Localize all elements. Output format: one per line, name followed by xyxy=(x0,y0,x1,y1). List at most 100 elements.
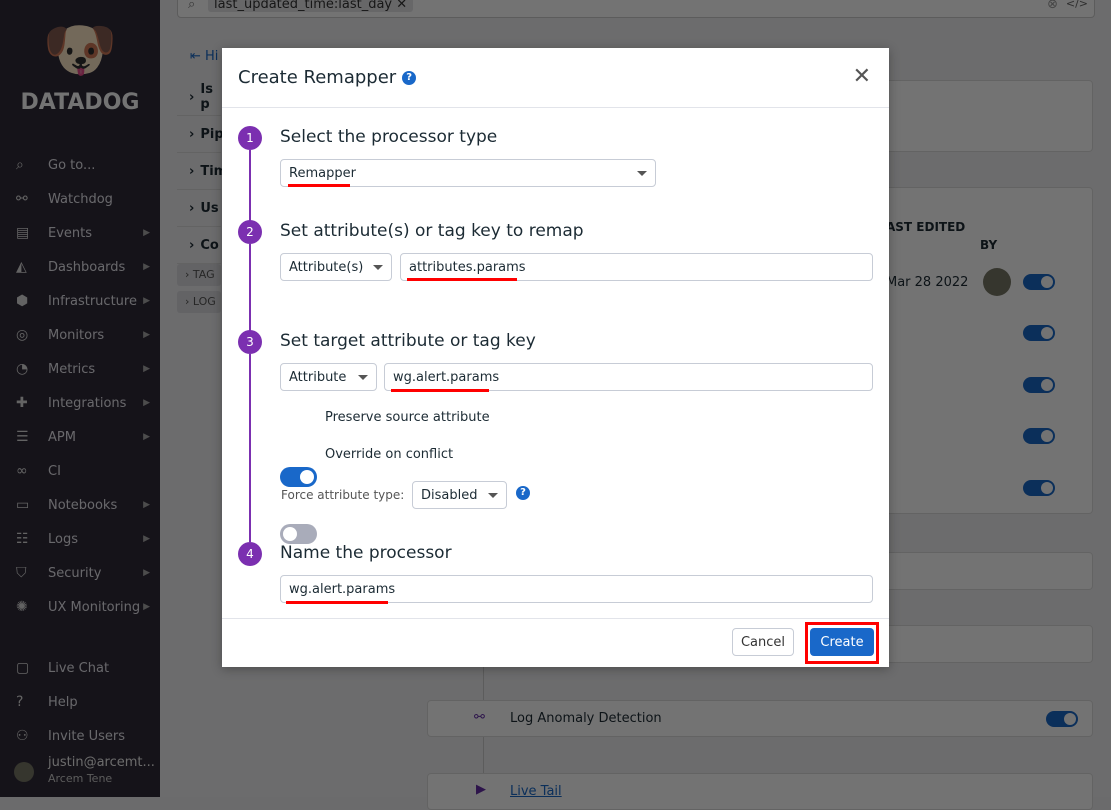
sidebar-item-invite-users[interactable]: ⚇ Invite Users xyxy=(16,724,156,748)
filter-chip[interactable]: › LOG xyxy=(177,291,221,313)
sidebar-item-events[interactable]: ▤ Events ▶ xyxy=(16,221,156,245)
accordion-row[interactable]: › Pip xyxy=(177,116,224,153)
dog-icon: 🐶 xyxy=(42,15,118,85)
sidebar-item-apm[interactable]: ☰ APM ▶ xyxy=(16,425,156,449)
chevron-right-icon: ▶ xyxy=(143,330,150,340)
sidebar-item-go-to[interactable]: ⌕ Go to... xyxy=(16,153,156,177)
step-2-badge: 2 xyxy=(238,220,262,244)
cancel-button[interactable]: Cancel xyxy=(732,628,794,656)
binoculars-icon: ⚯ xyxy=(16,191,28,207)
close-icon[interactable]: ✕ xyxy=(853,64,871,89)
monitors-icon: ◎ xyxy=(16,327,29,343)
create-remapper-modal: Create Remapper? ✕ 1 Select the processo… xyxy=(222,48,889,667)
sidebar-item-infrastructure[interactable]: ⬢ Infrastructure ▶ xyxy=(16,289,156,313)
processor-type-select[interactable]: Remapper xyxy=(280,159,656,187)
search-query-chip[interactable]: last_updated_time:last_day ✕ xyxy=(208,0,414,12)
step-4-badge: 4 xyxy=(238,542,262,566)
chevron-right-icon: ▶ xyxy=(143,228,150,238)
log-anomaly-card[interactable]: ⚯ Log Anomaly Detection xyxy=(427,700,1093,737)
create-button[interactable]: Create xyxy=(810,628,874,656)
pipeline-toggle[interactable] xyxy=(1023,325,1055,341)
chat-icon: ▢ xyxy=(16,660,30,676)
chevron-right-icon: ▶ xyxy=(143,364,150,374)
modal-title: Create Remapper xyxy=(238,67,397,88)
chevron-right-icon: ▶ xyxy=(143,398,150,408)
highlight-underline xyxy=(407,278,517,281)
pipeline-toggle[interactable] xyxy=(1023,480,1055,496)
users-icon: ⚇ xyxy=(16,728,29,744)
editor-avatar xyxy=(983,268,1011,296)
preserve-source-label: Preserve source attribute xyxy=(325,410,490,425)
avatar[interactable] xyxy=(14,762,34,782)
anomaly-toggle[interactable] xyxy=(1046,711,1078,727)
chevron-right-icon: ▶ xyxy=(143,602,150,612)
apm-icon: ☰ xyxy=(16,429,29,445)
preserve-source-toggle[interactable] xyxy=(280,467,317,487)
accordion-row[interactable]: › Co xyxy=(177,227,221,264)
sidebar-item-logs[interactable]: ☷ Logs ▶ xyxy=(16,527,156,551)
help-icon[interactable]: ? xyxy=(402,70,417,85)
sidebar-item-help[interactable]: ? Help xyxy=(16,690,156,714)
filter-chip[interactable]: › TAG xyxy=(177,264,221,286)
search-icon: ⌕ xyxy=(188,0,196,12)
chevron-down-icon xyxy=(488,493,498,498)
ci-icon: ∞ xyxy=(16,463,28,479)
highlight-underline xyxy=(288,184,350,187)
sidebar-item-integrations[interactable]: ✚ Integrations ▶ xyxy=(16,391,156,415)
live-tail-card[interactable]: ▶ Live Tail xyxy=(427,773,1093,810)
chevron-right-icon: ▶ xyxy=(143,500,150,510)
step-3-badge: 3 xyxy=(238,330,262,354)
help-icon[interactable]: ? xyxy=(516,486,530,500)
force-type-select[interactable]: Disabled xyxy=(412,481,507,509)
override-conflict-label: Override on conflict xyxy=(325,447,454,462)
play-icon: ▶ xyxy=(476,782,486,797)
sidebar-item-ux-monitoring[interactable]: ✺ UX Monitoring ▶ xyxy=(16,595,156,619)
source-attribute-input[interactable]: attributes.params xyxy=(400,253,873,281)
pipeline-toggle[interactable] xyxy=(1023,274,1055,290)
sidebar-item-live-chat[interactable]: ▢ Live Chat xyxy=(16,656,156,680)
chevron-right-icon: › xyxy=(189,126,195,142)
pipeline-toggle[interactable] xyxy=(1023,377,1055,393)
step-1-badge: 1 xyxy=(238,126,262,150)
accordion-row[interactable]: › Is p xyxy=(177,79,221,116)
accordion-row[interactable]: › Us xyxy=(177,190,221,227)
override-conflict-toggle[interactable] xyxy=(280,524,317,544)
sidebar-item-ci[interactable]: ∞ CI xyxy=(16,459,156,483)
processor-name-input[interactable]: wg.alert.params xyxy=(280,575,873,603)
clear-icon[interactable]: ⊗ xyxy=(1047,0,1058,12)
search-icon: ⌕ xyxy=(16,157,24,173)
accordion-row[interactable]: › Tim xyxy=(177,153,227,190)
metrics-icon: ◔ xyxy=(16,361,29,377)
step-1-title: Select the processor type xyxy=(280,127,498,147)
shield-icon: ⛉ xyxy=(16,565,27,581)
code-icon[interactable]: </> xyxy=(1066,0,1088,10)
user-org: Arcem Tene xyxy=(48,772,113,785)
hide-controls[interactable]: ⇤ Hi xyxy=(190,49,218,64)
sidebar-item-dashboards[interactable]: ◭ Dashboards ▶ xyxy=(16,255,156,279)
search-bar[interactable]: ⌕ last_updated_time:last_day ✕ ⊗ </> xyxy=(177,0,1095,18)
step-connector xyxy=(249,150,251,226)
step-connector xyxy=(249,244,251,342)
source-type-select[interactable]: Attribute(s) xyxy=(280,253,392,281)
chevron-right-icon: › xyxy=(189,163,195,179)
sidebar-item-watchdog[interactable]: ⚯ Watchdog xyxy=(16,187,156,211)
target-attribute-input[interactable]: wg.alert.params xyxy=(384,363,873,391)
chevron-right-icon: › xyxy=(189,200,195,216)
chevron-right-icon: ▶ xyxy=(143,296,150,306)
sidebar-item-security[interactable]: ⛉ Security ▶ xyxy=(16,561,156,585)
notebook-icon: ▭ xyxy=(16,497,30,513)
logs-icon: ☷ xyxy=(16,531,29,547)
sidebar-item-notebooks[interactable]: ▭ Notebooks ▶ xyxy=(16,493,156,517)
ux-icon: ✺ xyxy=(16,599,28,615)
force-type-label: Force attribute type: xyxy=(281,488,405,502)
events-icon: ▤ xyxy=(16,225,30,241)
sidebar-item-metrics[interactable]: ◔ Metrics ▶ xyxy=(16,357,156,381)
step-3-title: Set target attribute or tag key xyxy=(280,331,536,351)
pipeline-toggle[interactable] xyxy=(1023,428,1055,444)
step-2-title: Set attribute(s) or tag key to remap xyxy=(280,221,584,241)
user-email[interactable]: justin@arcemt... xyxy=(48,755,155,770)
target-type-select[interactable]: Attribute xyxy=(280,363,377,391)
sidebar-item-monitors[interactable]: ◎ Monitors ▶ xyxy=(16,323,156,347)
chevron-right-icon: ▶ xyxy=(143,262,150,272)
datadog-logo[interactable]: 🐶 DATADOG xyxy=(0,10,160,115)
